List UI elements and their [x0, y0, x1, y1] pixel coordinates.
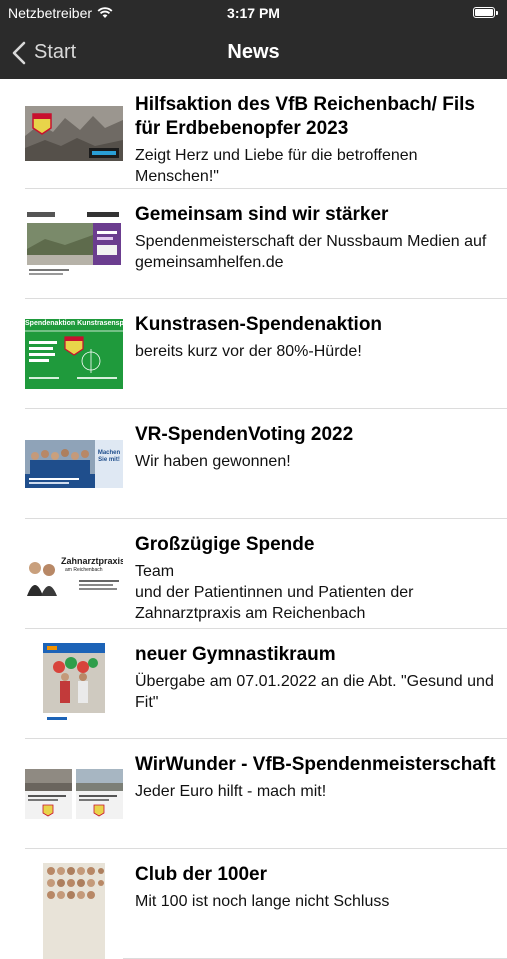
- news-title: Club der 100er: [135, 864, 267, 885]
- news-subtitle: Mit 100 ist noch lange nicht Schluss: [135, 893, 390, 910]
- news-subtitle: Jeder Euro hilft - mach mit!: [135, 783, 327, 800]
- news-title: WirWunder - VfB-Spendenmeisterschaft: [135, 754, 496, 775]
- news-title: Kunstrasen-Spendenaktion: [135, 314, 383, 335]
- news-item[interactable]: Machen Sie mit! VR-SpendenVoting 2022 Wi…: [25, 409, 507, 519]
- thumb-caption: am Reichenbach: [65, 567, 103, 573]
- news-thumbnail: [25, 643, 123, 727]
- news-item[interactable]: Zahnarztpraxis am Reichenbach Großzügige…: [25, 519, 507, 629]
- news-subtitle: Team und der Patientinnen und Patienten …: [135, 563, 414, 622]
- news-title: VR-SpendenVoting 2022: [135, 424, 354, 445]
- battery-icon: [473, 7, 498, 18]
- thumb-caption: Zahnarztpraxis: [61, 556, 123, 566]
- news-subtitle: Zeigt Herz und Liebe für die betroffenen…: [135, 147, 418, 185]
- news-thumbnail: Zahnarztpraxis am Reichenbach: [25, 554, 123, 596]
- news-thumbnail: [25, 106, 123, 161]
- status-time: 3:17 PM: [227, 5, 280, 21]
- chevron-left-icon: [12, 41, 26, 64]
- news-thumbnail: [25, 863, 123, 959]
- news-title: Gemeinsam sind wir stärker: [135, 204, 389, 225]
- news-item[interactable]: Spendenaktion Kunstrasenspielfeld Kunstr…: [25, 299, 507, 409]
- back-label: Start: [34, 41, 77, 63]
- news-subtitle: Übergabe am 07.01.2022 an die Abt. "Gesu…: [135, 673, 494, 711]
- news-thumbnail: Machen Sie mit!: [25, 440, 123, 488]
- thumb-caption: Machen Sie mit!: [97, 450, 121, 463]
- news-item[interactable]: Club der 100er Mit 100 ist noch lange ni…: [25, 849, 507, 959]
- news-subtitle: Wir haben gewonnen!: [135, 453, 291, 470]
- navigation-bar: Start News: [0, 26, 507, 79]
- news-item[interactable]: Hilfsaktion des VfB Reichenbach/ Fils fü…: [25, 79, 507, 189]
- news-title: Großzügige Spende: [135, 534, 315, 555]
- status-bar: Netzbetreiber 3:17 PM: [0, 0, 507, 26]
- news-list: Hilfsaktion des VfB Reichenbach/ Fils fü…: [0, 79, 507, 959]
- news-subtitle: bereits kurz vor der 80%-Hürde!: [135, 343, 362, 360]
- news-subtitle: Spendenmeisterschaft der Nussbaum Medien…: [135, 233, 487, 271]
- news-title: Hilfsaktion des VfB Reichenbach/ Fils fü…: [135, 94, 475, 139]
- news-thumbnail: [25, 769, 123, 819]
- news-title: neuer Gymnastikraum: [135, 644, 336, 665]
- news-item[interactable]: neuer Gymnastikraum Übergabe am 07.01.20…: [25, 629, 507, 739]
- news-thumbnail: [25, 209, 123, 279]
- news-item[interactable]: WirWunder - VfB-Spendenmeisterschaft Jed…: [25, 739, 507, 849]
- back-button[interactable]: Start: [12, 26, 76, 79]
- news-item[interactable]: Gemeinsam sind wir stärker Spendenmeiste…: [25, 189, 507, 299]
- news-thumbnail: Spendenaktion Kunstrasenspielfeld: [25, 319, 123, 389]
